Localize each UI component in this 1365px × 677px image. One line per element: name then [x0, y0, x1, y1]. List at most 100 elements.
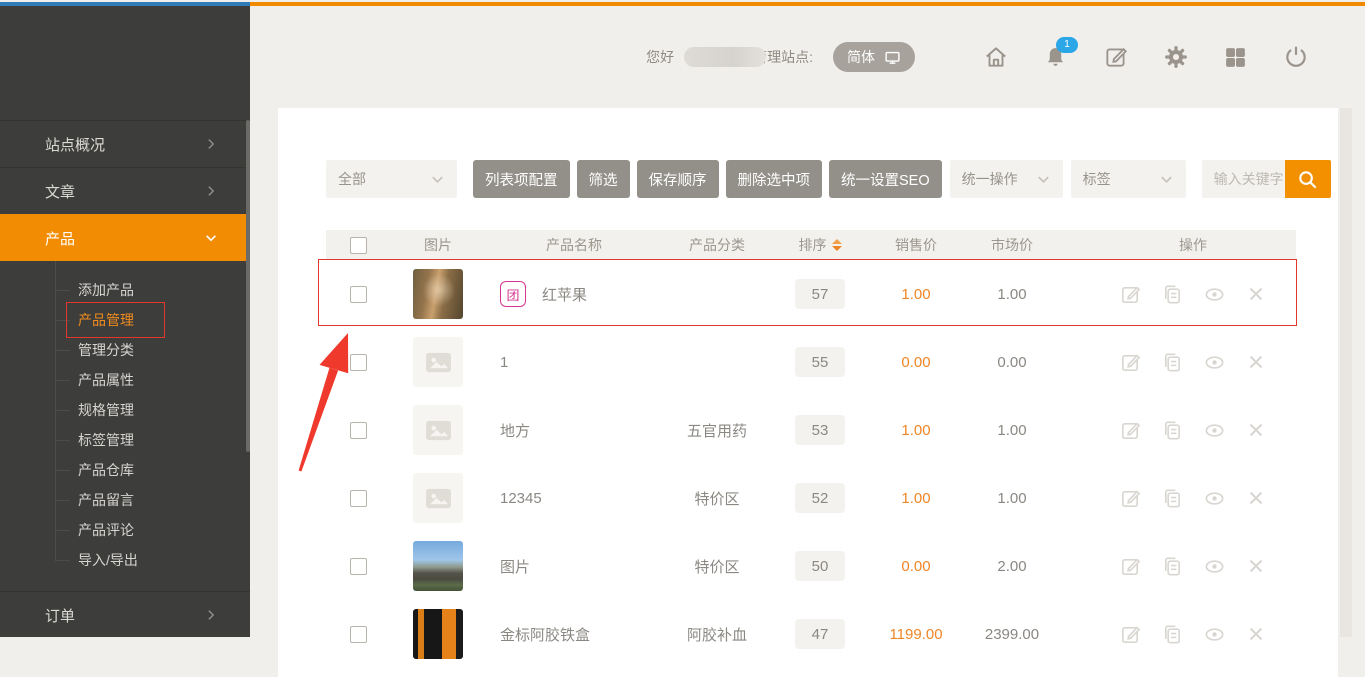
toolbar-button-删除选中项[interactable]: 删除选中项 [726, 160, 823, 198]
product-name: 金标阿胶铁盒 [500, 624, 590, 645]
row-checkbox[interactable] [350, 626, 367, 643]
copy-icon [1161, 351, 1184, 374]
language-switch-button[interactable]: 简体 [833, 42, 915, 72]
edit-icon[interactable] [1102, 44, 1129, 71]
column-header-市场价: 市场价 [964, 235, 1060, 255]
view-action-icon[interactable] [1203, 283, 1226, 306]
submenu-item-label: 规格管理 [78, 400, 134, 420]
copy-action-icon[interactable] [1161, 487, 1184, 510]
row-category-cell: 五官用药 [662, 420, 772, 441]
copy-action-icon[interactable] [1161, 419, 1184, 442]
view-icon [1203, 283, 1226, 306]
submenu-item-label: 管理分类 [78, 340, 134, 360]
toolbar-button-列表项配置[interactable]: 列表项配置 [473, 160, 570, 198]
sort-order-input[interactable]: 57 [795, 279, 845, 309]
edit-action-icon[interactable] [1119, 419, 1142, 442]
submenu-item-导入/导出[interactable]: 导入/导出 [0, 545, 250, 575]
sort-order-input[interactable]: 50 [795, 551, 845, 581]
chevron-right-icon [204, 184, 218, 198]
copy-action-icon[interactable] [1161, 555, 1184, 578]
submenu-item-规格管理[interactable]: 规格管理 [0, 395, 250, 425]
edit-action-icon[interactable] [1119, 283, 1142, 306]
sidebar-item-订单[interactable]: 订单 [0, 592, 250, 638]
copy-icon [1161, 419, 1184, 442]
row-image-cell [390, 405, 486, 455]
product-thumbnail-placeholder [413, 473, 463, 523]
view-action-icon[interactable] [1203, 623, 1226, 646]
copy-action-icon[interactable] [1161, 351, 1184, 374]
delete-action-icon[interactable] [1245, 351, 1267, 373]
copy-action-icon[interactable] [1161, 283, 1184, 306]
sidebar-scrollbar[interactable] [246, 120, 250, 452]
apps-icon[interactable] [1222, 44, 1249, 71]
edit-action-icon[interactable] [1119, 487, 1142, 510]
tag-select[interactable]: 标签 [1071, 160, 1186, 198]
gear-icon[interactable] [1162, 44, 1189, 71]
category-filter-select[interactable]: 全部 [326, 160, 457, 198]
edit-action-icon[interactable] [1119, 623, 1142, 646]
power-icon[interactable] [1282, 44, 1309, 71]
delete-action-icon[interactable] [1245, 623, 1267, 645]
delete-action-icon[interactable] [1245, 283, 1267, 305]
row-checkbox[interactable] [350, 558, 367, 575]
chevron-down-icon [1036, 172, 1051, 187]
toolbar-button-保存顺序[interactable]: 保存顺序 [637, 160, 719, 198]
view-action-icon[interactable] [1203, 555, 1226, 578]
delete-action-icon[interactable] [1245, 487, 1267, 509]
search-input[interactable] [1202, 160, 1285, 198]
sort-order-input[interactable]: 47 [795, 619, 845, 649]
view-icon [1203, 623, 1226, 646]
row-checkbox[interactable] [350, 286, 367, 303]
submenu-item-管理分类[interactable]: 管理分类 [0, 335, 250, 365]
submenu-item-label: 产品评论 [78, 520, 134, 540]
submenu-item-产品仓库[interactable]: 产品仓库 [0, 455, 250, 485]
view-action-icon[interactable] [1203, 351, 1226, 374]
sidebar-item-站点概况[interactable]: 站点概况 [0, 120, 250, 167]
product-thumbnail-photo-castle [413, 541, 463, 591]
batch-action-value: 统一操作 [962, 169, 1018, 189]
sort-order-input[interactable]: 53 [795, 415, 845, 445]
page-scrollbar[interactable] [1340, 108, 1352, 637]
row-sort-cell: 47 [772, 619, 868, 649]
sort-order-input[interactable]: 55 [795, 347, 845, 377]
view-action-icon[interactable] [1203, 487, 1226, 510]
toolbar-button-筛选[interactable]: 筛选 [577, 160, 630, 198]
submenu-item-产品评论[interactable]: 产品评论 [0, 515, 250, 545]
toolbar-button-统一设置SEO[interactable]: 统一设置SEO [829, 160, 942, 198]
edit-icon [1119, 623, 1142, 646]
submenu-item-标签管理[interactable]: 标签管理 [0, 425, 250, 455]
view-action-icon[interactable] [1203, 419, 1226, 442]
main-header: 您好 管理站点: 简体 1 [250, 6, 1365, 108]
sidebar-item-产品[interactable]: 产品 [0, 214, 250, 261]
sort-arrows-icon[interactable] [832, 239, 842, 251]
home-icon[interactable] [982, 44, 1009, 71]
sidebar-item-label: 产品 [45, 228, 75, 249]
sort-order-input[interactable]: 52 [795, 483, 845, 513]
search-button[interactable] [1285, 160, 1331, 198]
row-checkbox[interactable] [350, 490, 367, 507]
bell-icon[interactable]: 1 [1042, 44, 1069, 71]
submenu-item-产品留言[interactable]: 产品留言 [0, 485, 250, 515]
copy-action-icon[interactable] [1161, 623, 1184, 646]
batch-action-select[interactable]: 统一操作 [950, 160, 1063, 198]
delete-action-icon[interactable] [1245, 419, 1267, 441]
submenu-item-产品管理[interactable]: 产品管理 [0, 305, 250, 335]
delete-action-icon[interactable] [1245, 555, 1267, 577]
submenu-item-产品属性[interactable]: 产品属性 [0, 365, 250, 395]
select-all-checkbox[interactable] [350, 237, 367, 254]
submenu-item-添加产品[interactable]: 添加产品 [0, 275, 250, 305]
sidebar-item-文章[interactable]: 文章 [0, 167, 250, 214]
row-checkbox[interactable] [350, 422, 367, 439]
table-row: 12345特价区521.001.00 [326, 464, 1296, 532]
chevron-right-icon [204, 608, 218, 622]
edit-action-icon[interactable] [1119, 555, 1142, 578]
toolbar-buttons: 列表项配置筛选保存顺序删除选中项统一设置SEO [466, 160, 942, 198]
row-checkbox[interactable] [350, 354, 367, 371]
delete-icon [1245, 555, 1267, 577]
product-thumbnail-placeholder [413, 405, 463, 455]
edit-icon [1119, 351, 1142, 374]
row-sort-cell: 55 [772, 347, 868, 377]
edit-action-icon[interactable] [1119, 351, 1142, 374]
row-name-cell: 1 [486, 354, 662, 371]
tag-select-value: 标签 [1083, 169, 1111, 189]
